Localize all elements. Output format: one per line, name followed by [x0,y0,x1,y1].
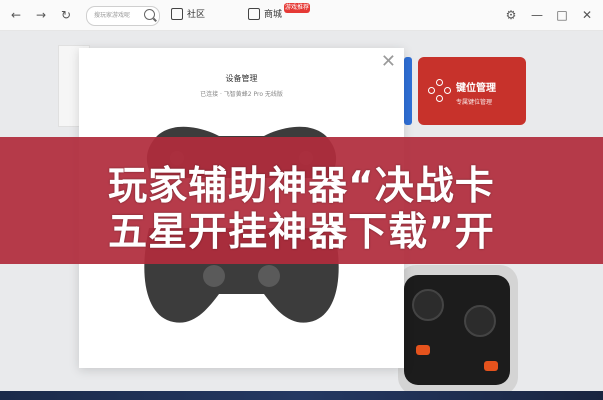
search-input[interactable]: 搜玩家游戏呢 [86,6,160,26]
feature-card-blue[interactable] [404,57,412,125]
promo-banner: 玩家辅助神器“决战卡 五星开挂神器下载”开 [0,137,603,264]
maximize-button[interactable]: □ [553,6,571,24]
title-bar: ← → ↻ 搜玩家游戏呢 社区 商城 游戏推荐 ⚙ — □ ✕ [0,0,603,31]
search-placeholder: 搜玩家游戏呢 [94,12,131,19]
forward-button[interactable]: → [32,6,50,24]
dpad-icon [428,79,452,103]
store-badge: 游戏推荐 [284,3,310,13]
nav-store[interactable]: 商城 [248,7,282,23]
keymap-title: 键位管理 [456,83,496,94]
taskbar [0,391,603,400]
right-stick [464,305,496,337]
keymap-card[interactable]: 键位管理 专属键位管理 [418,57,526,125]
keymap-subtitle: 专属键位管理 [456,99,493,106]
trigger-right [484,361,498,371]
nav-store-label: 商城 [264,10,283,20]
settings-icon[interactable]: ⚙ [502,6,520,24]
device-image [398,265,518,391]
store-icon [248,8,260,20]
close-window-button[interactable]: ✕ [578,6,596,24]
search-icon[interactable] [144,9,155,20]
trigger-left [416,345,430,355]
refresh-button[interactable]: ↻ [57,6,75,24]
left-stick [412,289,444,321]
nav-community[interactable]: 社区 [171,7,205,23]
home-icon [171,8,183,20]
app-window: ← → ↻ 搜玩家游戏呢 社区 商城 游戏推荐 ⚙ — □ ✕ 键位管理 专属键… [0,0,603,391]
banner-line-2: 五星开挂神器下载”开 [108,210,495,255]
minimize-button[interactable]: — [528,6,546,24]
device-panel [404,275,510,385]
nav-community-label: 社区 [187,10,206,20]
back-button[interactable]: ← [7,6,25,24]
